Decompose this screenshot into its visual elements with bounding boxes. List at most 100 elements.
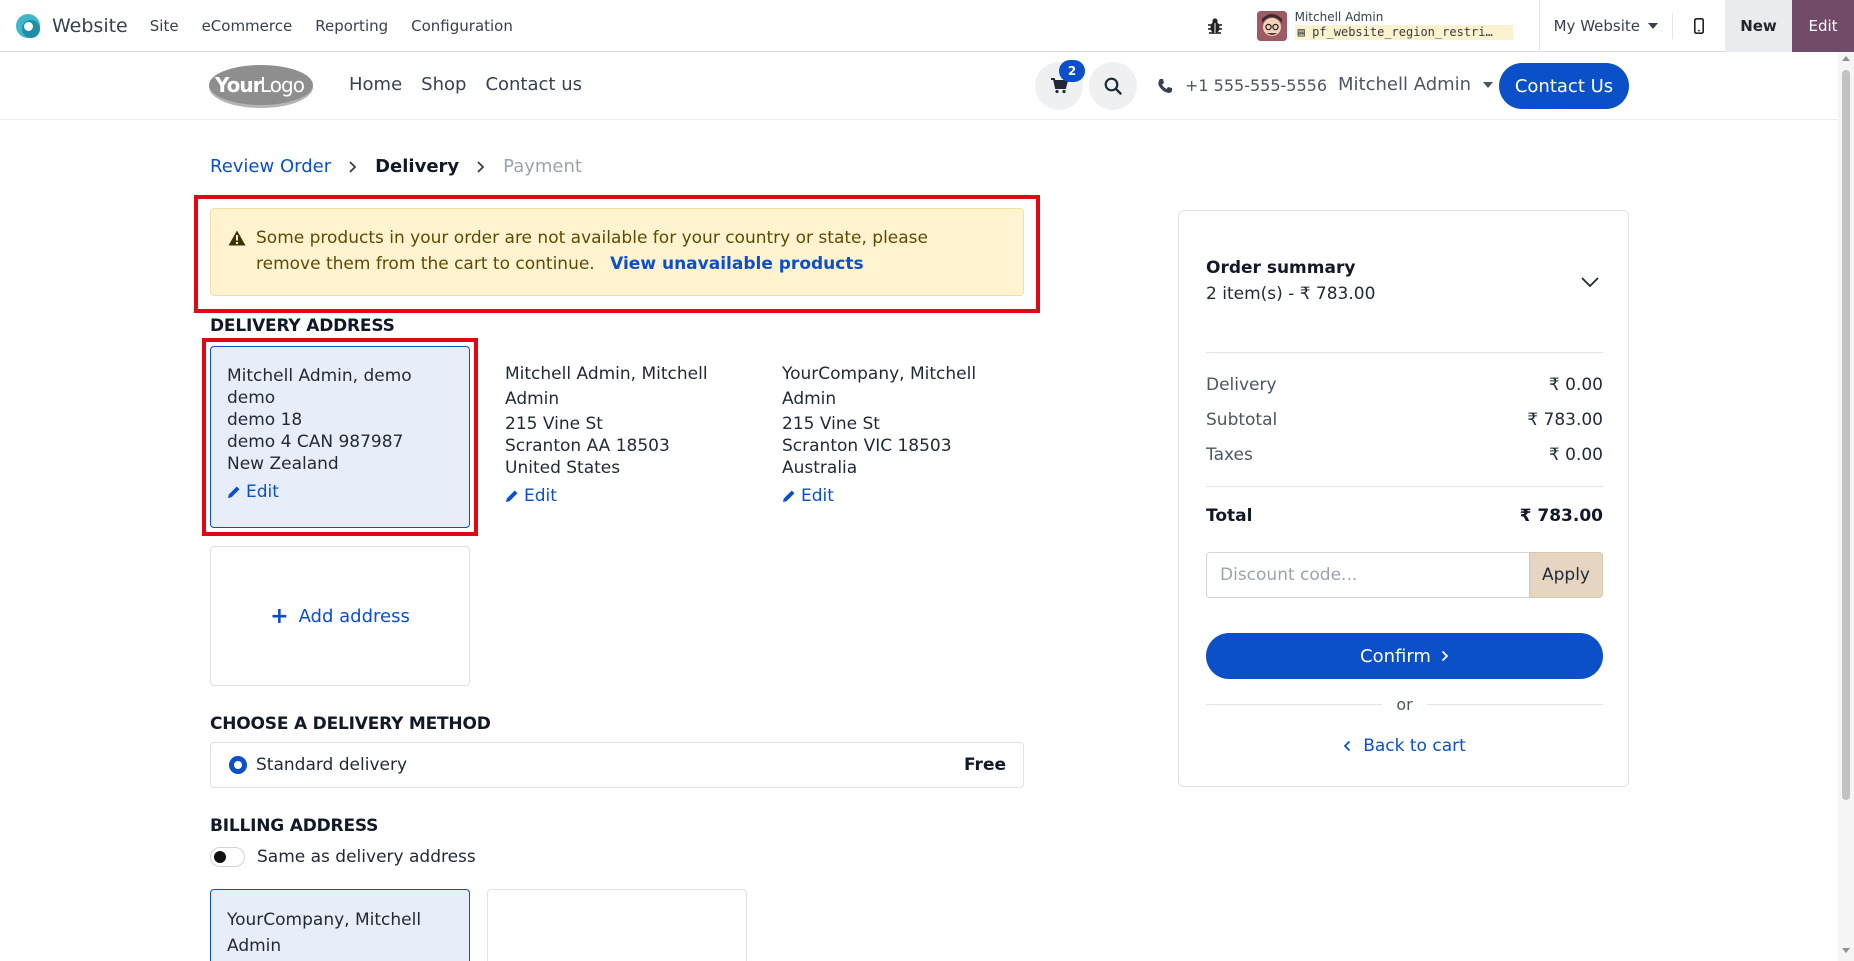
order-summary-panel: Order summary 2 item(s) - ₹ 783.00 Deliv…: [1178, 210, 1629, 787]
debug-bug-icon[interactable]: [1205, 16, 1225, 36]
delivery-address-title: DELIVERY ADDRESS: [210, 316, 395, 336]
same-as-delivery-toggle-row: Same as delivery address: [210, 847, 476, 867]
chevron-down-icon[interactable]: [1581, 276, 1599, 288]
pencil-icon: [506, 490, 518, 502]
nav-contact-us[interactable]: Contact us: [485, 74, 582, 95]
menu-ecommerce[interactable]: eCommerce: [202, 17, 293, 35]
warning-icon: [228, 230, 246, 246]
address-line: demo 4 CAN 987987: [227, 432, 404, 452]
pencil-icon: [783, 490, 795, 502]
confirm-button[interactable]: Confirm: [1206, 633, 1603, 679]
scroll-up-arrow-icon[interactable]: [1842, 56, 1850, 61]
chevron-right-icon: [477, 160, 485, 173]
add-address-button[interactable]: + Add address: [210, 546, 470, 686]
scroll-down-arrow-icon[interactable]: [1842, 948, 1850, 953]
address-line: 215 Vine St: [505, 414, 603, 434]
delivery-method-name: Standard delivery: [256, 755, 408, 775]
breadcrumb-payment: Payment: [503, 156, 582, 177]
billing-address-title: BILLING ADDRESS: [210, 816, 379, 836]
odoo-apps-icon[interactable]: Website: [14, 12, 128, 40]
website-selector[interactable]: My Website: [1540, 17, 1672, 35]
database-name: pf_website_region_restri…: [1312, 25, 1493, 39]
delivery-method-option[interactable]: Standard delivery Free: [210, 742, 1024, 788]
phone-icon: [1158, 78, 1172, 93]
mobile-preview-button[interactable]: [1673, 0, 1725, 52]
edit-button[interactable]: Edit: [1792, 0, 1854, 52]
menu-reporting[interactable]: Reporting: [315, 17, 388, 35]
view-unavailable-products-link[interactable]: View unavailable products: [610, 254, 863, 274]
edit-label: Edit: [524, 486, 557, 506]
discount-code-input[interactable]: [1206, 552, 1529, 598]
caret-down-icon: [1483, 81, 1494, 88]
delivery-radio[interactable]: [229, 756, 247, 774]
divider: [1206, 486, 1603, 487]
checkout-breadcrumb: Review Order Delivery Payment: [210, 156, 582, 177]
address-line: New Zealand: [227, 454, 339, 474]
address-line: YourCompany, Mitchell: [227, 910, 422, 930]
scrollbar-thumb[interactable]: [1842, 70, 1850, 800]
user-name: Mitchell Admin: [1294, 10, 1384, 24]
edit-label: Edit: [246, 482, 279, 502]
edit-address-link[interactable]: Edit: [782, 485, 1042, 507]
total-value: ₹ 783.00: [1519, 506, 1603, 526]
chevron-left-icon: [1343, 740, 1351, 752]
edit-address-link[interactable]: Edit: [227, 481, 453, 503]
total-label: Total: [1206, 506, 1253, 526]
summary-row-delivery: Delivery ₹ 0.00: [1206, 375, 1603, 395]
summary-row-subtotal: Subtotal ₹ 783.00: [1206, 410, 1603, 430]
or-label: or: [1396, 695, 1413, 714]
user-menu[interactable]: Mitchell Admin ▤ pf_website_region_restr…: [1256, 10, 1513, 42]
your-logo[interactable]: Your Logo: [208, 63, 315, 109]
address-card-selected[interactable]: Mitchell Admin, demo demo demo 18 demo 4…: [210, 346, 470, 528]
back-to-cart-link[interactable]: Back to cart: [1179, 736, 1630, 756]
address-line: Mitchell Admin, demo: [227, 366, 412, 386]
website-selector-label: My Website: [1553, 17, 1640, 35]
address-card[interactable]: Mitchell Admin, Mitchell Admin 215 Vine …: [505, 346, 765, 528]
phone-number: +1 555-555-5556: [1185, 76, 1328, 95]
breadcrumb-delivery: Delivery: [375, 156, 460, 177]
caret-down-icon: [1648, 23, 1658, 29]
breadcrumb-review-order[interactable]: Review Order: [210, 156, 331, 177]
apply-discount-button[interactable]: Apply: [1529, 552, 1603, 598]
address-line: demo 18: [227, 410, 303, 430]
row-label: Taxes: [1206, 445, 1253, 465]
chevron-right-icon: [349, 160, 357, 173]
address-line: Admin: [505, 389, 560, 409]
nav-home[interactable]: Home: [349, 74, 402, 95]
edit-address-link[interactable]: Edit: [505, 485, 765, 507]
divider: [1206, 352, 1603, 353]
menu-site[interactable]: Site: [150, 17, 179, 35]
back-to-cart-label: Back to cart: [1363, 736, 1466, 756]
cart-button[interactable]: 2: [1035, 60, 1085, 110]
address-card[interactable]: YourCompany, Mitchell Admin 215 Vine St …: [782, 346, 1042, 528]
nav-shop[interactable]: Shop: [421, 74, 466, 95]
address-line: Scranton AA 18503: [505, 436, 670, 456]
contact-us-button[interactable]: Contact Us: [1499, 63, 1629, 109]
address-line: Mitchell Admin, Mitchell: [505, 364, 708, 384]
address-line: demo: [227, 388, 276, 408]
order-summary-items: 2 item(s) - ₹ 783.00: [1206, 284, 1376, 304]
account-dropdown[interactable]: Mitchell Admin: [1338, 74, 1494, 95]
plus-icon: +: [270, 603, 289, 629]
menu-configuration[interactable]: Configuration: [411, 17, 513, 35]
row-value: ₹ 0.00: [1548, 375, 1603, 395]
address-line: Australia: [782, 458, 858, 478]
address-line: YourCompany, Mitchell: [782, 364, 977, 384]
new-button[interactable]: New: [1725, 0, 1792, 52]
billing-address-card-selected[interactable]: YourCompany, Mitchell Admin: [210, 889, 470, 961]
delivery-method-price: Free: [964, 755, 1006, 775]
billing-address-card[interactable]: [487, 889, 747, 961]
app-name: Website: [52, 14, 128, 37]
delivery-method-title: CHOOSE A DELIVERY METHOD: [210, 714, 491, 734]
search-button[interactable]: [1089, 62, 1137, 110]
website-header: Your Logo Home Shop Contact us 2 +1 555-…: [0, 52, 1838, 120]
address-line: United States: [505, 458, 621, 478]
discount-form: Apply: [1206, 552, 1603, 598]
edit-label: Edit: [801, 486, 834, 506]
database-badge: ▤ pf_website_region_restri…: [1294, 25, 1513, 40]
same-as-delivery-toggle[interactable]: [210, 847, 245, 867]
add-address-label: Add address: [298, 605, 410, 627]
summary-row-taxes: Taxes ₹ 0.00: [1206, 445, 1603, 465]
account-name: Mitchell Admin: [1338, 74, 1472, 95]
phone-link[interactable]: +1 555-555-5556: [1157, 76, 1327, 95]
